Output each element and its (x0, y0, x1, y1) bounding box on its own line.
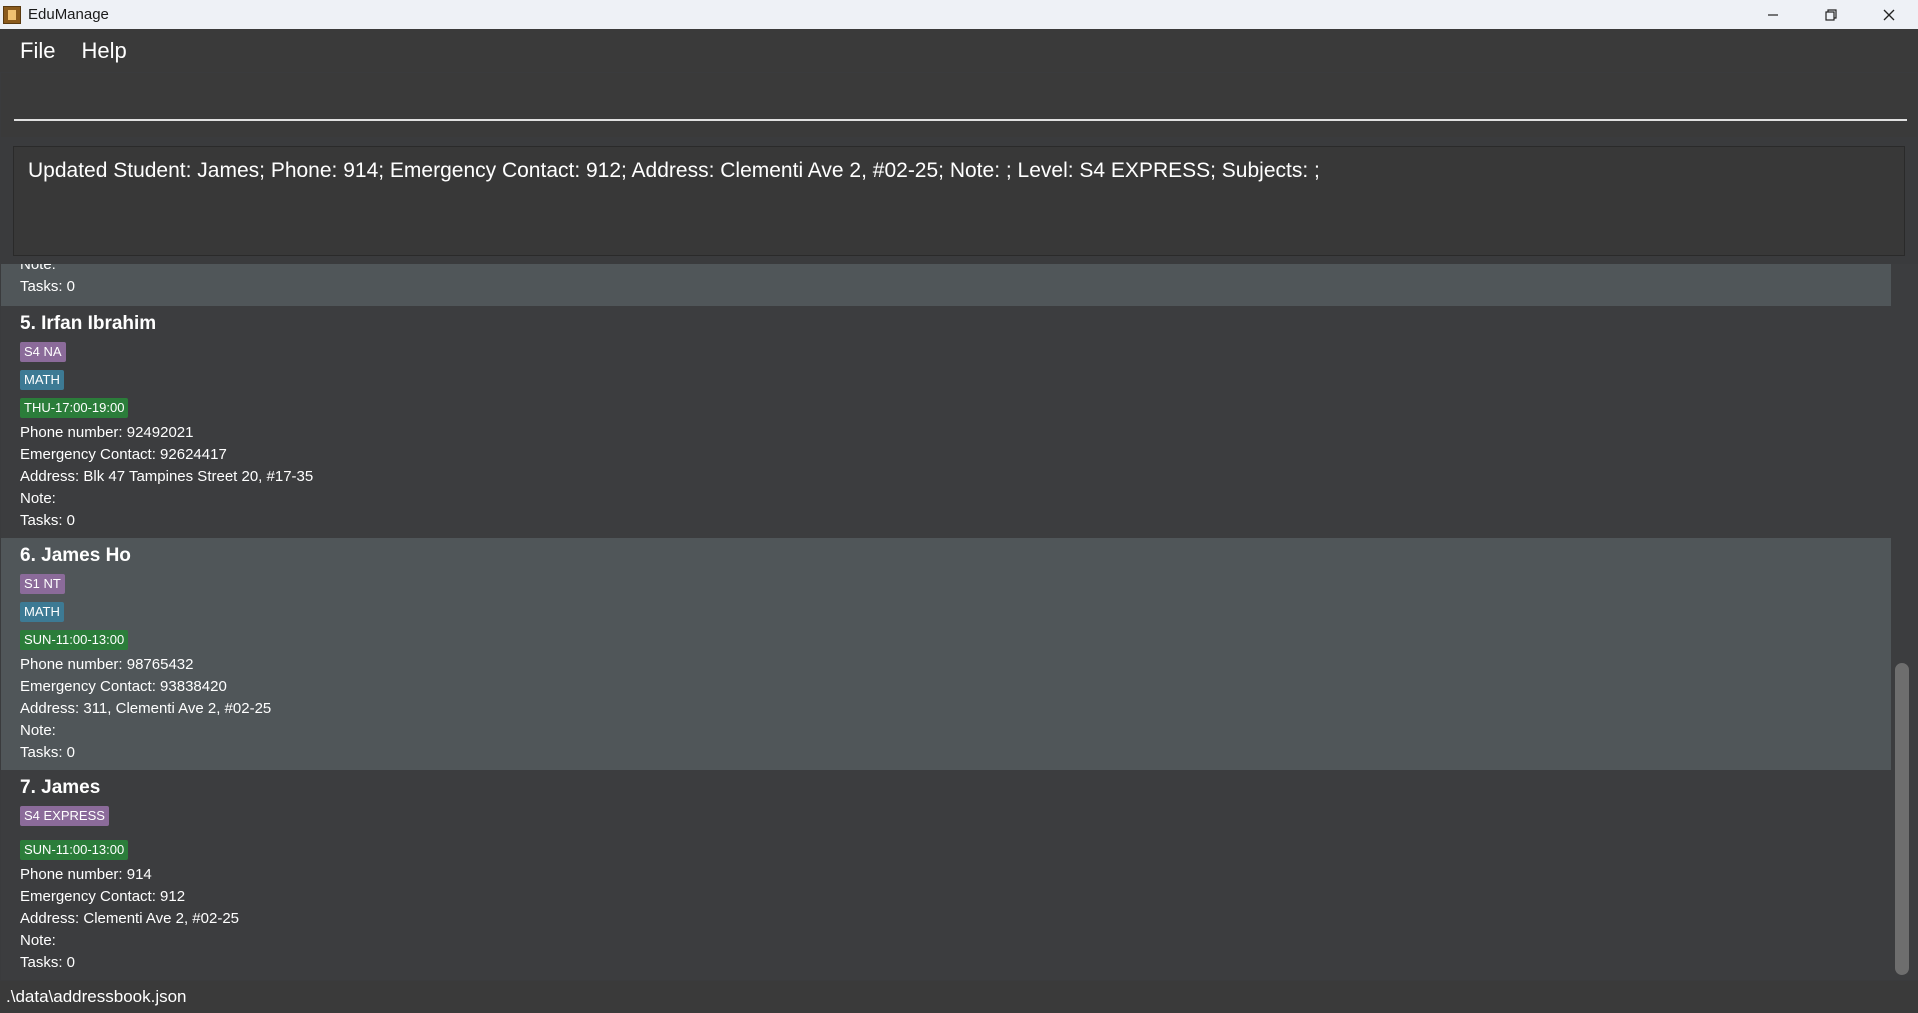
student-emergency-contact: Emergency Contact: 92624417 (20, 446, 227, 463)
minimize-button[interactable] (1744, 0, 1802, 29)
student-tasks: Tasks: 0 (20, 512, 76, 529)
menu-bar: File Help (0, 29, 1918, 72)
student-name: 5. Irfan Ibrahim (20, 313, 157, 334)
level-tag: S4 NA (20, 342, 66, 362)
close-icon (1883, 9, 1895, 20)
student-phone: Phone number: 98765432 (20, 656, 194, 673)
student-note: Note: (20, 932, 56, 949)
lesson-time-tag: THU-17:00-19:00 (20, 398, 129, 418)
lesson-time-tag: SUN-11:00-13:00 (20, 840, 129, 860)
result-text: Updated Student: James; Phone: 914; Emer… (28, 159, 1320, 182)
student-tasks: Tasks: 0 (20, 278, 76, 295)
student-address: Address: 311, Clementi Ave 2, #02-25 (20, 700, 272, 717)
student-address: Address: Blk 47 Tampines Street 20, #17-… (20, 468, 314, 485)
result-display: Updated Student: James; Phone: 914; Emer… (13, 146, 1905, 256)
window-controls (1744, 0, 1918, 29)
command-input[interactable] (14, 85, 1907, 121)
student-phone: Phone number: 914 (20, 866, 152, 883)
student-name: 6. James Ho (20, 545, 131, 566)
student-emergency-contact: Emergency Contact: 93838420 (20, 678, 227, 695)
maximize-button[interactable] (1802, 0, 1860, 29)
student-note: Note: (20, 722, 56, 739)
minimize-icon (1768, 13, 1778, 16)
app-icon (3, 5, 21, 24)
menu-file[interactable]: File (10, 38, 65, 64)
menu-help[interactable]: Help (71, 38, 136, 64)
subject-tag: MATH (20, 370, 64, 390)
list-item-student-7[interactable]: 7. James S4 EXPRESS SUN-11:00-13:00 Phon… (1, 770, 1891, 980)
command-box (1, 73, 1917, 137)
status-bar: .\data\addressbook.json (0, 981, 1918, 1013)
list-item-student-5[interactable]: 5. Irfan Ibrahim S4 NA MATH THU-17:00-19… (1, 306, 1891, 538)
level-tag: S1 NT (20, 574, 65, 594)
student-address: Address: Clementi Ave 2, #02-25 (20, 910, 240, 927)
title-bar: EduManage (0, 0, 1918, 29)
student-note: Note: (20, 264, 56, 273)
student-name: 7. James (20, 777, 101, 798)
lesson-time-tag: SUN-11:00-13:00 (20, 630, 129, 650)
list-item-partial[interactable]: Note: Tasks: 0 (1, 264, 1891, 306)
student-tasks: Tasks: 0 (20, 954, 76, 971)
data-file-path: .\data\addressbook.json (6, 987, 187, 1006)
student-emergency-contact: Emergency Contact: 912 (20, 888, 186, 905)
subject-tag: MATH (20, 602, 64, 622)
maximize-icon (1825, 8, 1837, 21)
close-button[interactable] (1860, 0, 1918, 29)
window-title: EduManage (28, 6, 109, 23)
student-phone: Phone number: 92492021 (20, 424, 194, 441)
student-note: Note: (20, 490, 56, 507)
level-tag: S4 EXPRESS (20, 806, 109, 826)
scrollbar-thumb[interactable] (1895, 663, 1909, 975)
list-item-student-6[interactable]: 6. James Ho S1 NT MATH SUN-11:00-13:00 P… (1, 538, 1891, 770)
student-list[interactable]: Note: Tasks: 0 5. Irfan Ibrahim S4 NA MA… (1, 264, 1918, 980)
student-tasks: Tasks: 0 (20, 744, 76, 761)
